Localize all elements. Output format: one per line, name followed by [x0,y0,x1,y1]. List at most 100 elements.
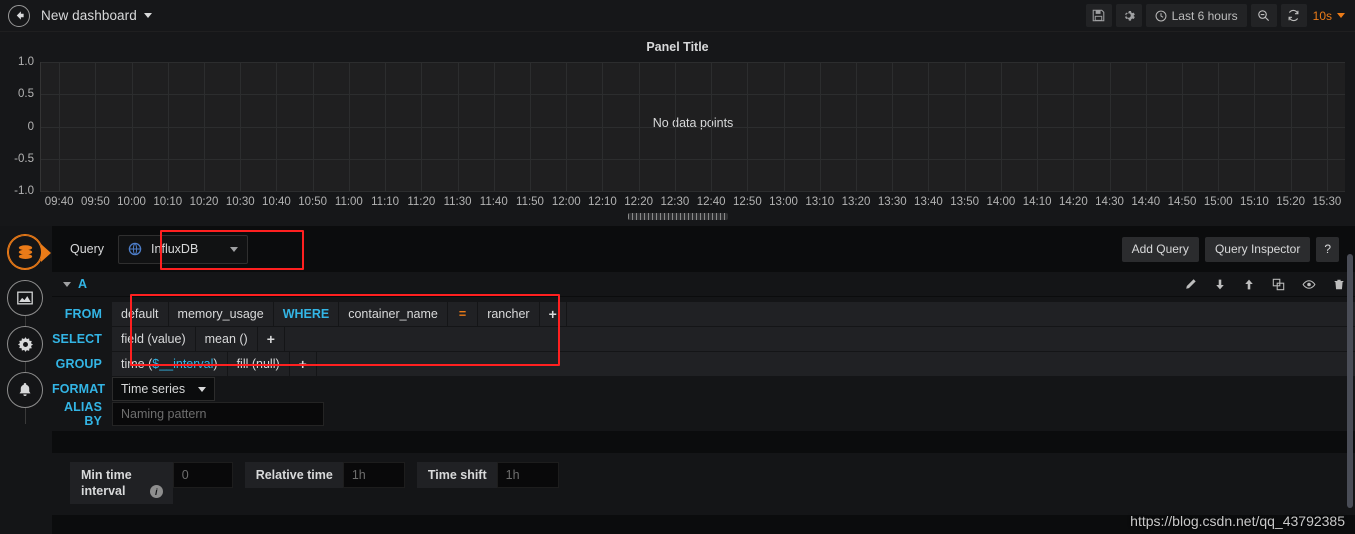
datasource-caret-icon [230,246,239,252]
x-axis-tick-label: 11:20 [407,196,436,208]
query-options-row: Min time interval i Relative time Time s… [52,453,1355,515]
group-time-suffix: ) [213,357,218,371]
sidebar-item-visualization[interactable] [7,280,43,316]
x-axis-tick-label: 11:00 [334,196,363,208]
x-axis-tick-label: 14:50 [1167,196,1197,208]
gear-icon [1125,11,1135,21]
alias-input[interactable] [112,402,324,426]
duplicate-query-icon[interactable] [1272,278,1285,291]
datasource-picker[interactable]: InfluxDB [118,234,249,264]
from-row: FROM default memory_usage WHERE containe… [52,302,1355,326]
select-field-segment[interactable]: field (value) [112,327,196,351]
from-row-filler [566,302,1355,326]
query-ref-id[interactable]: A [78,277,87,291]
query-inspector-button[interactable]: Query Inspector [1204,236,1311,262]
x-axis-tick-label: 13:00 [769,196,798,208]
format-caret-icon [198,386,207,392]
group-time-segment[interactable]: time ($__interval) [112,352,228,376]
dashboard-settings-button[interactable] [1115,4,1142,27]
dashboard-title[interactable]: New dashboard [41,8,137,23]
refresh-button[interactable] [1280,4,1307,27]
where-operator-segment[interactable]: = [447,302,479,326]
x-axis-tick-label: 10:30 [225,196,255,208]
panel-title[interactable]: Panel Title [0,38,1355,56]
x-axis-tick-label: 11:10 [371,196,400,208]
move-query-down-icon[interactable] [1214,278,1226,291]
group-row-filler [316,352,1355,376]
min-time-interval-input[interactable] [172,462,233,488]
sidebar-item-general[interactable] [7,326,43,362]
grid-line-vertical [59,62,61,191]
x-axis-tick-label: 13:10 [805,196,835,208]
from-key-label: FROM [64,307,102,321]
x-axis-tick-label: 09:40 [44,196,74,208]
arrow-left-circle-icon [16,11,24,20]
grid-line-vertical [1145,62,1147,191]
select-aggregation-segment[interactable]: mean () [195,327,258,351]
remove-query-icon[interactable] [1333,278,1345,291]
info-icon[interactable]: i [149,485,163,498]
editor-scrollbar[interactable] [1347,254,1353,530]
select-key-label: SELECT [52,332,102,346]
gear-cog-icon [17,336,33,352]
min-time-interval-group: Min time interval i [70,462,233,504]
grid-line-vertical [783,62,785,191]
refresh-interval-picker[interactable]: 10s [1311,9,1349,23]
relative-time-group: Relative time [244,462,405,488]
format-select[interactable]: Time series [112,377,216,401]
grid-line-vertical [638,62,640,191]
clock-icon [1155,10,1167,21]
grid-line-horizontal [41,126,1345,128]
save-dashboard-button[interactable] [1085,4,1112,27]
x-axis-tick-label: 10:10 [153,196,183,208]
relative-time-input[interactable] [342,462,405,488]
from-policy-segment[interactable]: default [112,302,169,326]
min-time-interval-label-line2: interval [81,484,126,498]
dashboard-menu-caret-icon[interactable] [143,13,152,18]
grid-line-vertical [1000,62,1002,191]
add-where-condition-button[interactable]: + [539,302,567,326]
time-range-picker[interactable]: Last 6 hours [1145,4,1247,27]
x-axis-tick-label: 11:50 [516,196,544,208]
sidebar-item-queries[interactable] [7,234,51,270]
add-select-part-button[interactable]: + [257,327,285,351]
alias-key-label: ALIAS BY [64,400,102,428]
y-axis-tick-label: -1.0 [14,185,34,197]
edit-query-icon[interactable] [1184,278,1197,291]
toggle-query-visibility-icon[interactable] [1302,278,1316,291]
x-axis-tick-label: 14:40 [1131,196,1161,208]
from-measurement-segment[interactable]: memory_usage [168,302,274,326]
grid-line-vertical [276,62,278,191]
time-shift-input[interactable] [496,462,559,488]
back-button[interactable] [8,4,30,27]
where-tag-key-segment[interactable]: container_name [339,302,448,326]
group-fill-segment[interactable]: fill (null) [227,352,290,376]
datasource-name: InfluxDB [151,242,199,256]
grid-line-vertical [1326,62,1328,191]
add-query-button[interactable]: Add Query [1121,236,1199,262]
query-help-button[interactable]: ? [1316,236,1339,262]
select-row: SELECT field (value) mean () + [52,327,1355,351]
search-minus-icon [1258,10,1270,22]
zoom-out-time-button[interactable] [1250,4,1277,27]
where-tag-value-segment[interactable]: rancher [478,302,540,326]
sidebar-item-alert[interactable] [7,372,43,408]
query-row-header: A [52,272,1355,297]
panel-resize-handle[interactable] [627,213,728,220]
graph-plot-area[interactable]: No data points 1.0 0.5 0 -0.5 -1.0 09:40 09:50… [14,56,1345,208]
grid-line-vertical [312,62,314,191]
chevron-down-icon[interactable] [63,281,71,287]
x-axis-tick-label: 11:30 [443,196,472,208]
x-axis-tick-label: 15:10 [1240,196,1269,208]
bell-icon [19,382,31,396]
grid-line-vertical [204,62,205,191]
move-query-up-icon[interactable] [1243,278,1255,291]
add-group-part-button[interactable]: + [289,352,317,376]
x-axis-tick-label: 13:30 [877,196,907,208]
group-time-prefix: time ( [121,357,153,371]
x-axis-tick-label: 12:20 [624,196,654,208]
grid-line-vertical [167,62,169,191]
grid-line-vertical [240,62,242,191]
grid-line-vertical [566,62,568,191]
grid-line-horizontal [41,94,1345,96]
